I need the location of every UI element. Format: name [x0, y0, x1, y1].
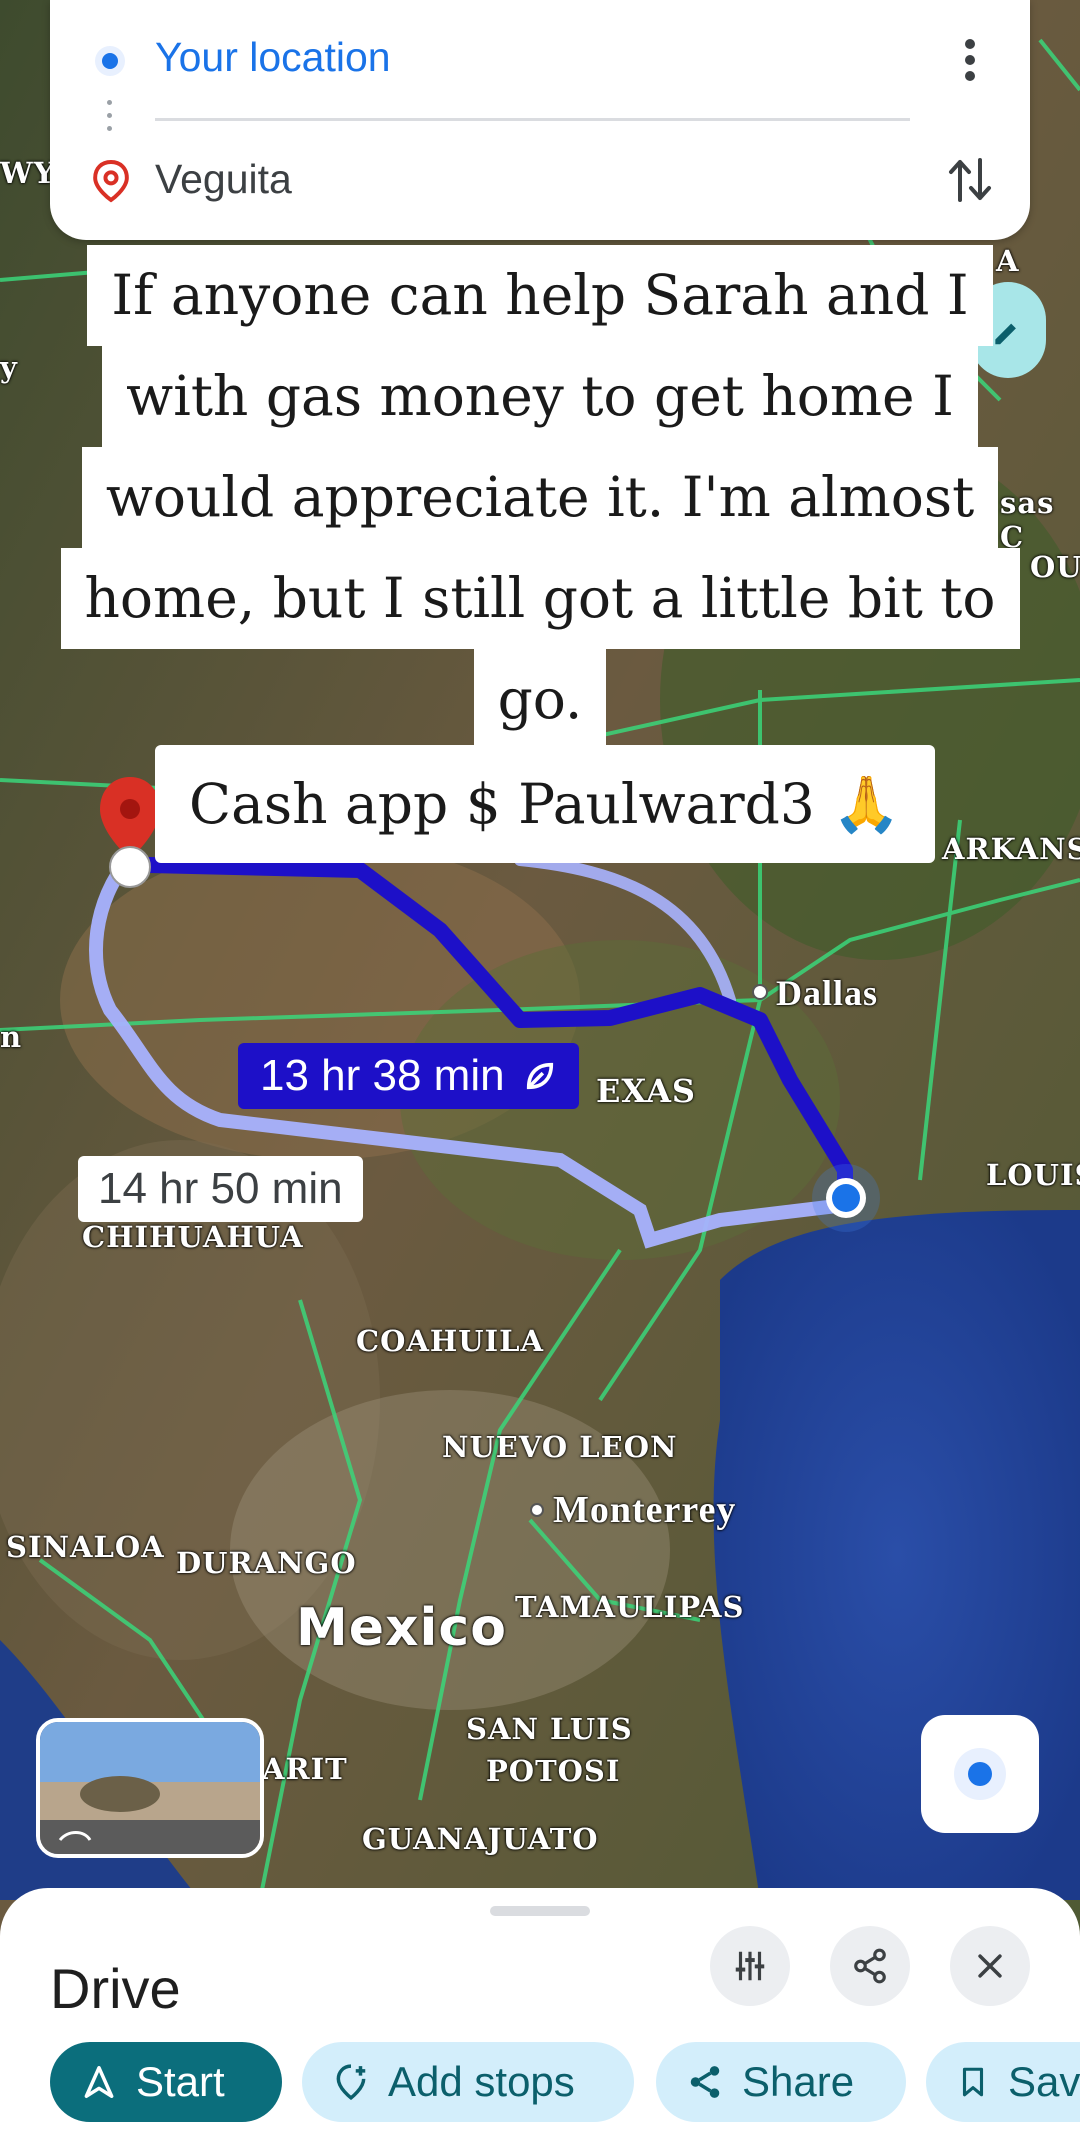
caption-line: would appreciate it. I'm almost — [81, 447, 999, 548]
close-icon — [978, 1954, 1002, 1978]
map-label-dallas: Dallas — [776, 973, 879, 1013]
more-options-icon[interactable] — [950, 30, 990, 90]
swap-directions-icon[interactable] — [945, 150, 995, 210]
share-icon — [690, 2066, 720, 2098]
map-label-guanajuato: GUANAJUATO — [362, 1822, 599, 1856]
map-label-louisiana: LOUIS — [986, 1158, 1080, 1192]
caption-line: with gas money to get home I — [102, 346, 978, 447]
location-dot-icon — [954, 1748, 1006, 1800]
route-options-button[interactable] — [710, 1926, 790, 2006]
map-label-wy: WY — [0, 156, 56, 190]
start-label: Start — [136, 2058, 225, 2105]
cash-app-caption: Cash app $ Paulward3 🙏 — [155, 745, 935, 863]
travel-mode-title: Drive — [50, 1957, 181, 2020]
directions-bottom-sheet: Drive Start Add stops Share Sav — [0, 1888, 1080, 2152]
add-location-icon — [336, 2064, 366, 2101]
my-location-button[interactable] — [921, 1715, 1039, 1833]
save-label: Sav — [1008, 2058, 1080, 2105]
share-icon — [854, 1948, 886, 1984]
map-label-tamaulipas: TAMAULIPAS — [515, 1590, 745, 1624]
share-label: Share — [742, 2058, 855, 2105]
map-label-san-luis: SAN LUIS — [466, 1712, 633, 1746]
caption-line: If anyone can help Sarah and I — [87, 245, 993, 346]
caption-line: home, but I still got a little bit to — [60, 548, 1020, 649]
map-label-arkansas: ARKANS — [942, 832, 1080, 866]
bookmark-icon — [962, 2067, 984, 2097]
map-label-texas: EXAS — [596, 1072, 697, 1110]
map-label-mexico: Mexico — [296, 1598, 507, 1658]
navigation-arrow-icon — [84, 2066, 114, 2098]
share-button[interactable]: Share — [656, 2042, 906, 2122]
fastest-route-label[interactable]: 13 hr 38 min — [238, 1043, 579, 1109]
map-label-ou: OU — [1030, 550, 1080, 584]
origin-field[interactable]: Your location — [155, 34, 391, 81]
map-label-durango: DURANGO — [176, 1546, 357, 1580]
save-button[interactable]: Sav — [926, 2042, 1080, 2122]
close-button[interactable] — [950, 1926, 1030, 2006]
caption-overlay: If anyone can help Sarah and I with gas … — [45, 245, 1035, 750]
start-button[interactable]: Start — [50, 2042, 282, 2122]
street-view-thumbnail[interactable] — [36, 1718, 264, 1858]
sheet-drag-handle[interactable] — [490, 1906, 590, 1916]
eco-leaf-icon — [526, 1062, 553, 1090]
map-label-n: n — [0, 1020, 23, 1054]
caption-line: go. — [473, 649, 607, 750]
map-label-sinaloa: SINALOA — [6, 1530, 165, 1564]
fastest-route-time: 13 hr 38 min — [260, 1051, 505, 1100]
tune-icon — [735, 1951, 765, 1981]
destination-pin-icon[interactable] — [96, 775, 164, 890]
map-label-y: y — [0, 350, 18, 384]
map-label-nuevo-leon: NUEVO LEON — [442, 1430, 678, 1464]
destination-marker-icon — [93, 160, 129, 203]
destination-field[interactable]: Veguita — [155, 156, 292, 203]
origin-dot-icon — [95, 46, 125, 76]
map-label-arit: ARIT — [262, 1752, 348, 1786]
share-round-button[interactable] — [830, 1926, 910, 2006]
alternate-route-label[interactable]: 14 hr 50 min — [78, 1156, 363, 1222]
field-divider — [155, 118, 910, 121]
map-label-chihuahua: CHIHUAHUA — [82, 1220, 304, 1254]
street-view-image — [40, 1722, 260, 1854]
map-label-potosi: POTOSI — [486, 1754, 621, 1788]
add-stops-button[interactable]: Add stops — [302, 2042, 634, 2122]
add-stops-label: Add stops — [388, 2058, 575, 2105]
map-label-coahuila: COAHUILA — [356, 1324, 544, 1358]
connector-dots — [107, 100, 113, 140]
map-label-monterrey: Monterrey — [553, 1489, 737, 1531]
